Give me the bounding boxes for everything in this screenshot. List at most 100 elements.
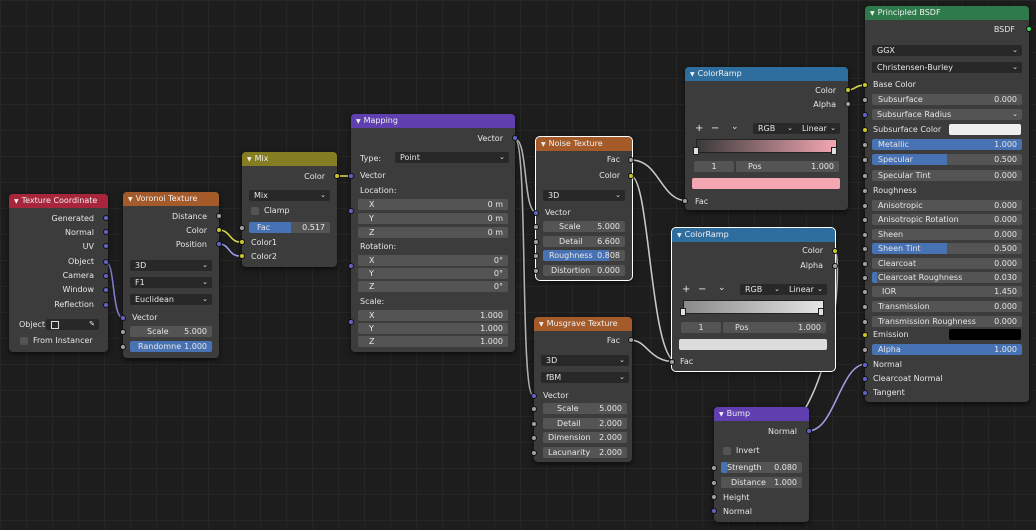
socket-clearcoat-normal-in[interactable] — [862, 376, 868, 382]
node-musgrave-texture[interactable]: ▼ Musgrave Texture Fac 3D ⌄ fBM ⌄ Vector Sc… — [531, 317, 634, 462]
node-header[interactable]: ▼ Noise Texture — [536, 137, 632, 151]
socket-color2-in[interactable] — [239, 253, 245, 259]
socket-distance-in[interactable] — [711, 480, 717, 486]
subsurface-color-swatch[interactable] — [949, 124, 1021, 135]
stop-pos-field[interactable]: Pos 1.000 — [723, 322, 826, 333]
scale-field[interactable]: Scale 5.000 — [130, 326, 212, 337]
detail-field[interactable]: Detail 2.000 — [543, 418, 627, 429]
specular-field[interactable]: Specular 0.500 — [872, 154, 1022, 165]
socket-uv[interactable] — [103, 243, 109, 249]
color-mode-dropdown[interactable]: RGB ⌄ — [740, 284, 784, 295]
rotation-z-field[interactable]: Z 0° — [358, 281, 508, 292]
location-y-field[interactable]: Y 0 m — [358, 213, 508, 224]
remove-stop-button[interactable]: − — [711, 123, 719, 134]
invert-checkbox[interactable] — [723, 447, 731, 455]
from-instancer-checkbox[interactable] — [20, 337, 28, 345]
anisotropic-rotation-field[interactable]: Anisotropic Rotation 0.000 — [872, 214, 1022, 225]
add-stop-button[interactable]: + — [682, 284, 690, 295]
socket-sheen-tint-in[interactable] — [862, 246, 868, 252]
scale-field[interactable]: Scale 5.000 — [543, 403, 627, 414]
socket-distance[interactable] — [216, 213, 222, 219]
feature-dropdown[interactable]: F1 ⌄ — [130, 277, 212, 288]
dimensions-dropdown[interactable]: 3D ⌄ — [541, 355, 629, 366]
node-header[interactable]: ▼ Texture Coordinate — [9, 194, 108, 208]
metallic-field[interactable]: Metallic 1.000 — [872, 139, 1022, 150]
socket-base-color-in[interactable] — [862, 82, 868, 88]
socket-height-in[interactable] — [711, 494, 717, 500]
socket-normal[interactable] — [103, 229, 109, 235]
socket-transmission-in[interactable] — [862, 304, 868, 310]
stop-index-field[interactable]: 1 — [694, 161, 734, 172]
node-mapping[interactable]: ▼ Mapping Vector Type: Point ⌄ Vector Loca… — [348, 114, 518, 352]
socket-clearcoat-in[interactable] — [862, 261, 868, 267]
stop-pos-field[interactable]: Pos 1.000 — [736, 161, 839, 172]
node-voronoi-texture[interactable]: ▼ Voronoi Texture Distance Color Position… — [120, 192, 222, 358]
strength-field[interactable]: Strength 0.080 — [721, 462, 802, 473]
musgrave-type-dropdown[interactable]: fBM ⌄ — [541, 372, 629, 383]
node-header[interactable]: ▼ Voronoi Texture — [123, 192, 219, 206]
socket-color-out[interactable] — [832, 248, 838, 254]
add-stop-button[interactable]: + — [695, 123, 703, 134]
collapse-arrow-icon[interactable]: ▼ — [870, 10, 875, 17]
socket-camera[interactable] — [103, 273, 109, 279]
socket-normal-in[interactable] — [711, 508, 717, 514]
socket-subsurface-color-in[interactable] — [862, 127, 868, 133]
location-x-field[interactable]: X 0 m — [358, 199, 508, 210]
eyedropper-icon[interactable]: ✎ — [89, 319, 95, 330]
socket-subsurface-radius-in[interactable] — [862, 112, 868, 118]
distortion-field[interactable]: Distortion 0.000 — [543, 265, 625, 276]
ramp-stop-0[interactable] — [680, 308, 686, 316]
socket-vector-in[interactable] — [348, 173, 354, 179]
metric-dropdown[interactable]: Euclidean ⌄ — [130, 294, 212, 305]
socket-strength-in[interactable] — [711, 465, 717, 471]
socket-alpha-out[interactable] — [845, 101, 851, 107]
transmission-field[interactable]: Transmission 0.000 — [872, 301, 1022, 312]
interpolation-dropdown[interactable]: Linear ⌄ — [797, 123, 840, 134]
socket-specular-in[interactable] — [862, 157, 868, 163]
collapse-arrow-icon[interactable]: ▼ — [719, 411, 724, 418]
socket-tangent-in[interactable] — [862, 390, 868, 396]
randomness-field[interactable]: Randomne 1.000 — [130, 341, 212, 352]
color-ramp-gradient[interactable] — [696, 139, 837, 153]
distribution-dropdown[interactable]: GGX ⌄ — [872, 45, 1022, 56]
socket-clearcoat-roughness-in[interactable] — [862, 275, 868, 281]
socket-vector-out[interactable] — [512, 135, 518, 141]
socket-roughness-in[interactable] — [862, 188, 868, 194]
socket-color[interactable] — [216, 227, 222, 233]
ramp-stop-0[interactable] — [693, 147, 699, 155]
subsurface-method-dropdown[interactable]: Christensen-Burley ⌄ — [872, 62, 1022, 73]
collapse-arrow-icon[interactable]: ▼ — [14, 198, 19, 205]
socket-bsdf-out[interactable] — [1026, 26, 1032, 32]
stop-color-swatch[interactable] — [692, 178, 840, 189]
socket-object[interactable] — [103, 259, 109, 265]
socket-color-out[interactable] — [628, 173, 634, 179]
socket-subsurface-in[interactable] — [862, 97, 868, 103]
rotation-y-field[interactable]: Y 0° — [358, 268, 508, 279]
socket-scale-in[interactable] — [533, 224, 539, 230]
location-z-field[interactable]: Z 0 m — [358, 227, 508, 238]
socket-color1-in[interactable] — [239, 239, 245, 245]
socket-anisotropic-rotation-in[interactable] — [862, 217, 868, 223]
socket-roughness-in[interactable] — [533, 253, 539, 259]
scale-field[interactable]: Scale 5.000 — [543, 221, 625, 232]
collapse-arrow-icon[interactable]: ▼ — [541, 141, 546, 148]
collapse-arrow-icon[interactable]: ▼ — [247, 156, 252, 163]
node-header[interactable]: ▼ ColorRamp — [672, 228, 835, 242]
collapse-arrow-icon[interactable]: ▼ — [677, 232, 682, 239]
socket-generated[interactable] — [103, 215, 109, 221]
socket-normal-in[interactable] — [862, 362, 868, 368]
socket-rotation-in[interactable] — [348, 263, 354, 269]
object-picker[interactable]: ✎ — [46, 319, 99, 330]
stop-index-field[interactable]: 1 — [681, 322, 721, 333]
scale-y-field[interactable]: Y 1.000 — [358, 323, 508, 334]
socket-alpha-in[interactable] — [862, 347, 868, 353]
collapse-arrow-icon[interactable]: ▼ — [356, 118, 361, 125]
socket-fac-in[interactable] — [682, 198, 688, 204]
lacunarity-field[interactable]: Lacunarity 2.000 — [543, 447, 627, 458]
socket-anisotropic-in[interactable] — [862, 203, 868, 209]
socket-window[interactable] — [103, 287, 109, 293]
socket-detail-in[interactable] — [533, 239, 539, 245]
node-header[interactable]: ▼ Mix — [242, 152, 337, 166]
node-header[interactable]: ▼ Musgrave Texture — [534, 317, 632, 331]
socket-vector-in[interactable] — [531, 393, 537, 399]
